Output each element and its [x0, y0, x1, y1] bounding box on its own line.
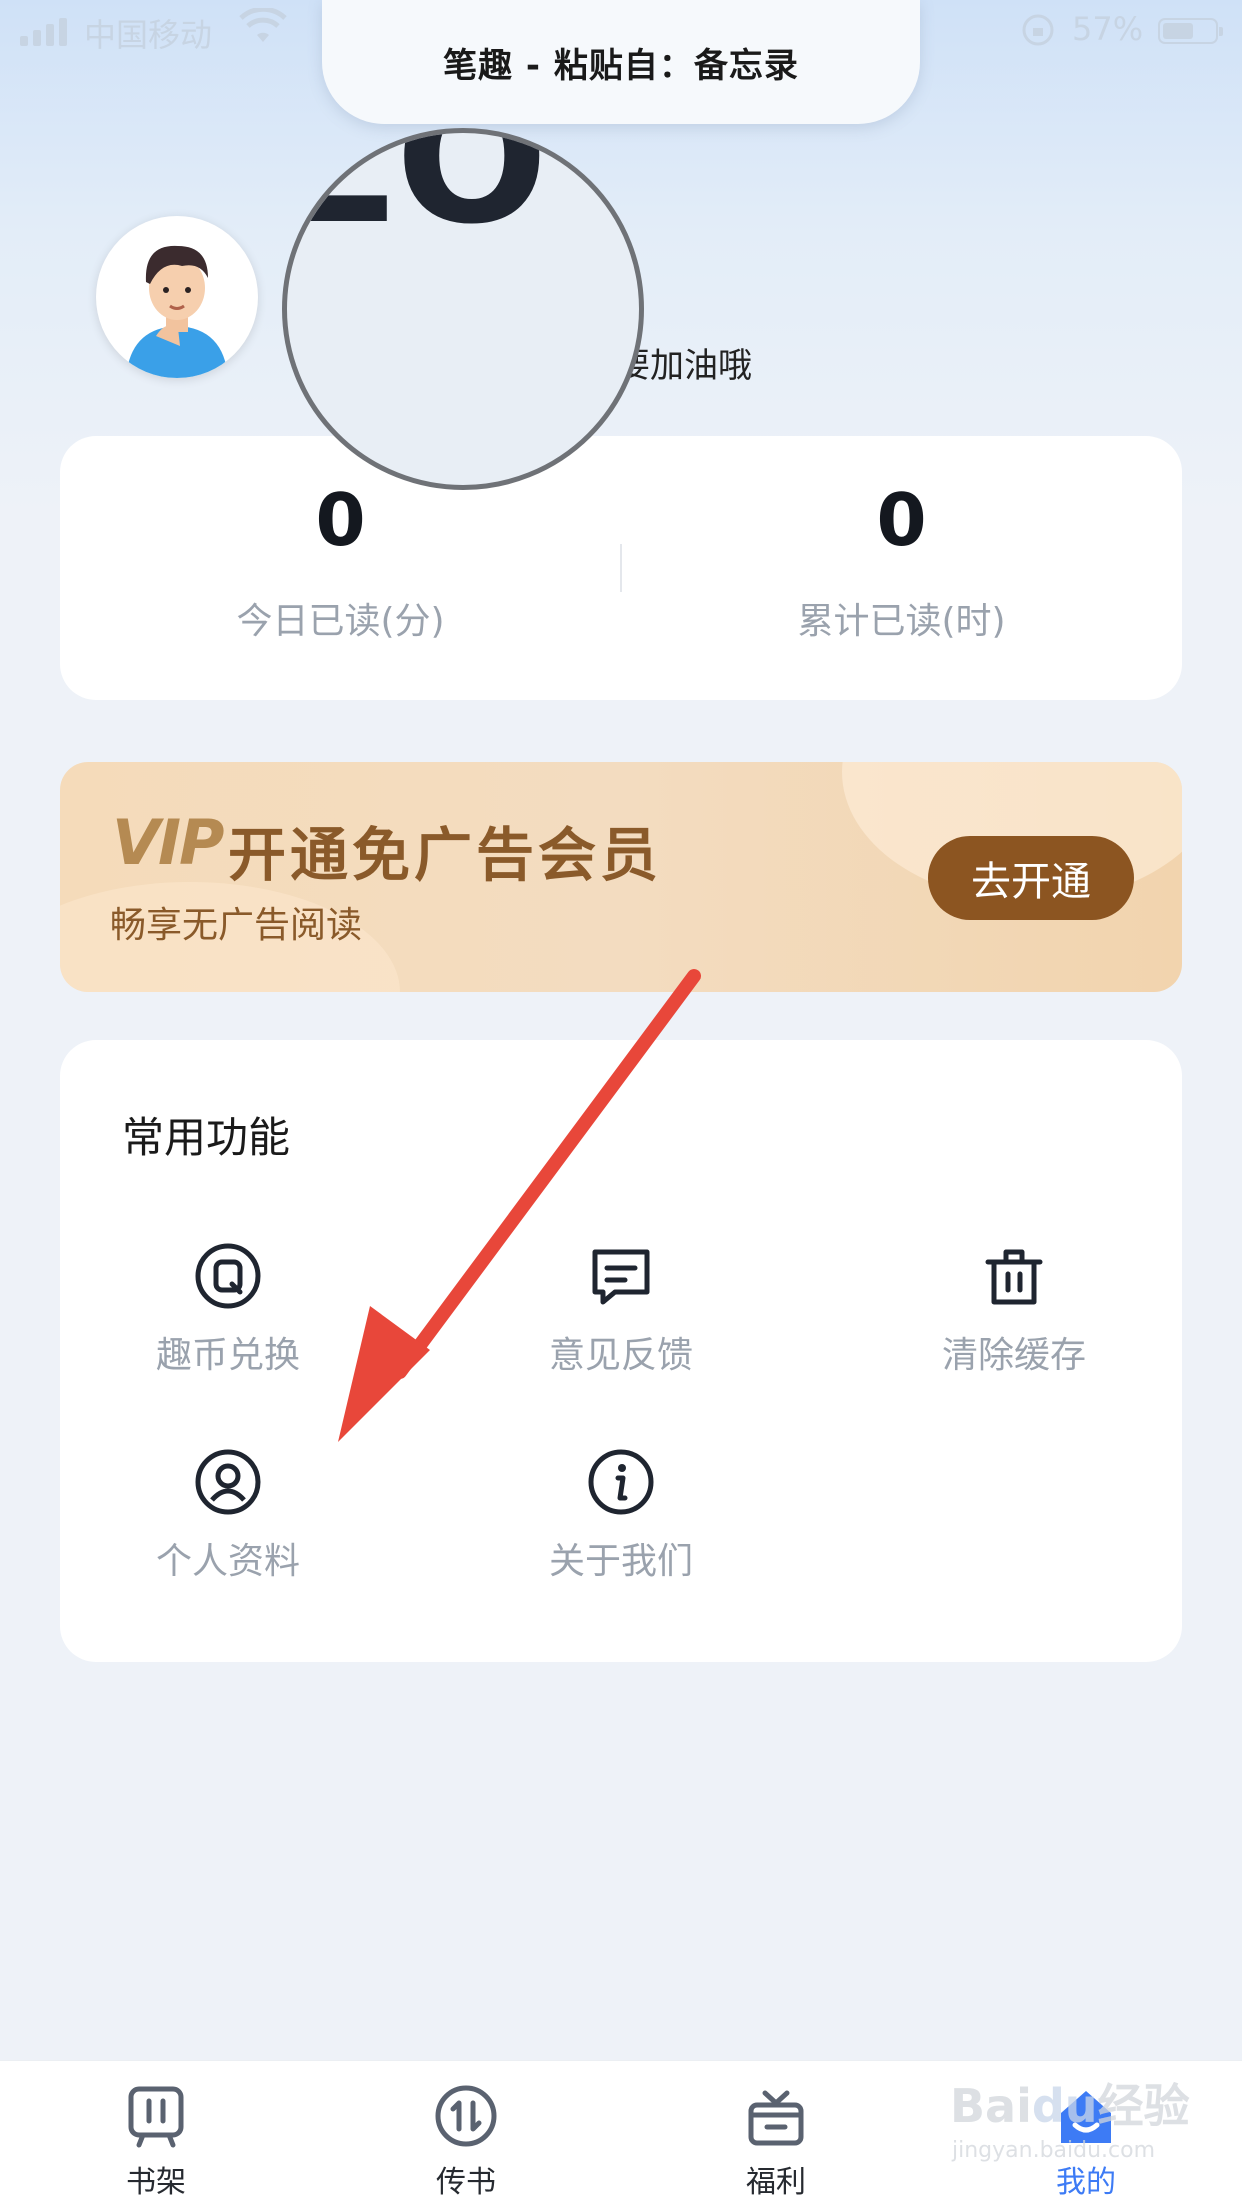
- annotation-arrow: [338, 969, 701, 1442]
- tab-label: 福利: [746, 2165, 806, 2200]
- transfer-icon: [435, 2085, 497, 2147]
- tab-transfer[interactable]: 传书: [386, 2083, 546, 2201]
- bookshelf-icon: [128, 2086, 184, 2148]
- tab-label: 我的: [1056, 2165, 1116, 2200]
- tab-label: 书架: [126, 2165, 186, 2200]
- tab-welfare[interactable]: 福利: [696, 2083, 856, 2201]
- baidu-jingyan-watermark: Baidu经验 jingyan.baidu.com: [950, 2079, 1190, 2163]
- tab-bookshelf[interactable]: 书架: [76, 2083, 236, 2201]
- tab-label: 传书: [436, 2165, 496, 2200]
- gift-icon: [748, 2090, 804, 2146]
